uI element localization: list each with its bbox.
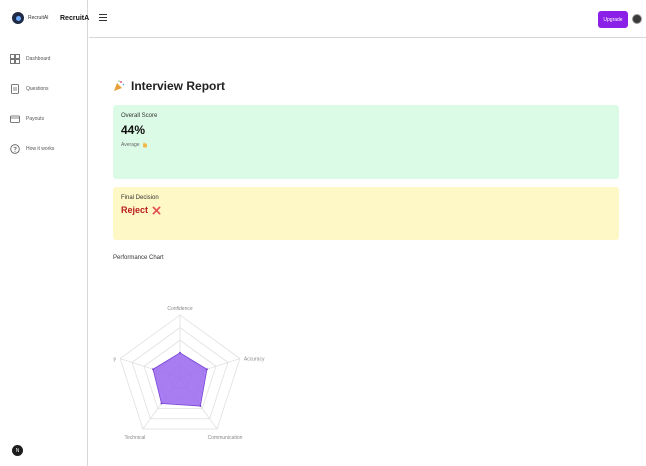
wallet-icon [10, 115, 20, 123]
hand-icon [142, 142, 147, 148]
final-decision-value: Reject [121, 205, 611, 215]
radar-point [160, 402, 163, 405]
sidebar-item-how-it-works[interactable]: How it works [10, 142, 84, 156]
decision-text: Reject [121, 205, 149, 215]
final-decision-card: Final Decision Reject [113, 187, 619, 240]
cross-mark-icon [152, 206, 161, 214]
main-content: Interview Report Overall Score 44% Avera… [89, 39, 646, 466]
brand-small-name: RecruitAI [28, 15, 49, 21]
upgrade-button[interactable]: Upgrade [598, 11, 628, 28]
sidebar-item-questions[interactable]: Questions [10, 82, 84, 96]
overall-score-card: Overall Score 44% Average [113, 105, 619, 179]
sidebar-item-dashboard[interactable]: Dashboard [10, 52, 84, 66]
sidebar-item-payouts[interactable]: Payouts [10, 112, 84, 126]
page-title: Interview Report [113, 79, 225, 93]
radar-point [179, 351, 181, 354]
report-title: Interview Report [131, 79, 226, 93]
overall-score-value: 44% [121, 123, 146, 137]
sidebar-nav: Dashboard Questions Payouts How it works [10, 52, 84, 172]
rating-text: Average [121, 142, 140, 148]
document-icon [11, 84, 19, 94]
brand-name: RecruitAI [60, 15, 92, 22]
radar-point [205, 368, 208, 371]
sidebar-item-label: Questions [26, 86, 49, 92]
party-popper-icon [114, 80, 125, 91]
user-avatar[interactable]: N [12, 445, 23, 456]
dashboard-icon [10, 54, 20, 64]
final-decision-label: Final Decision [121, 195, 159, 201]
radar-axis-label: Accuracy [244, 357, 265, 363]
brand[interactable]: RecruitAI [12, 12, 49, 24]
performance-radar-chart: Confidence Accuracy Communication Technical… [113, 306, 265, 441]
brand-logo-icon [12, 12, 24, 24]
overall-score-rating: Average [121, 142, 611, 148]
menu-icon[interactable] [99, 14, 107, 22]
chart-title: Performance Chart [113, 255, 164, 261]
top-bar: Upgrade [89, 0, 646, 38]
radar-point [199, 405, 202, 408]
radar-axis-label: Fluency [113, 357, 117, 363]
sidebar: RecruitAI RecruitAI Dashboard Questions [0, 0, 92, 466]
overall-score-label: Overall Score [121, 113, 158, 119]
radar-axis-label: Technical [125, 435, 146, 441]
radar-axis-label: Communication [208, 435, 243, 441]
sidebar-item-label: Payouts [26, 116, 45, 122]
avatar[interactable] [632, 14, 642, 24]
radar-axis-label: Confidence [167, 306, 193, 312]
help-circle-icon [10, 144, 20, 154]
sidebar-item-label: Dashboard [26, 56, 51, 62]
sidebar-item-label: How it works [26, 146, 55, 152]
radar-series-area [152, 352, 208, 407]
radar-point [152, 368, 155, 371]
